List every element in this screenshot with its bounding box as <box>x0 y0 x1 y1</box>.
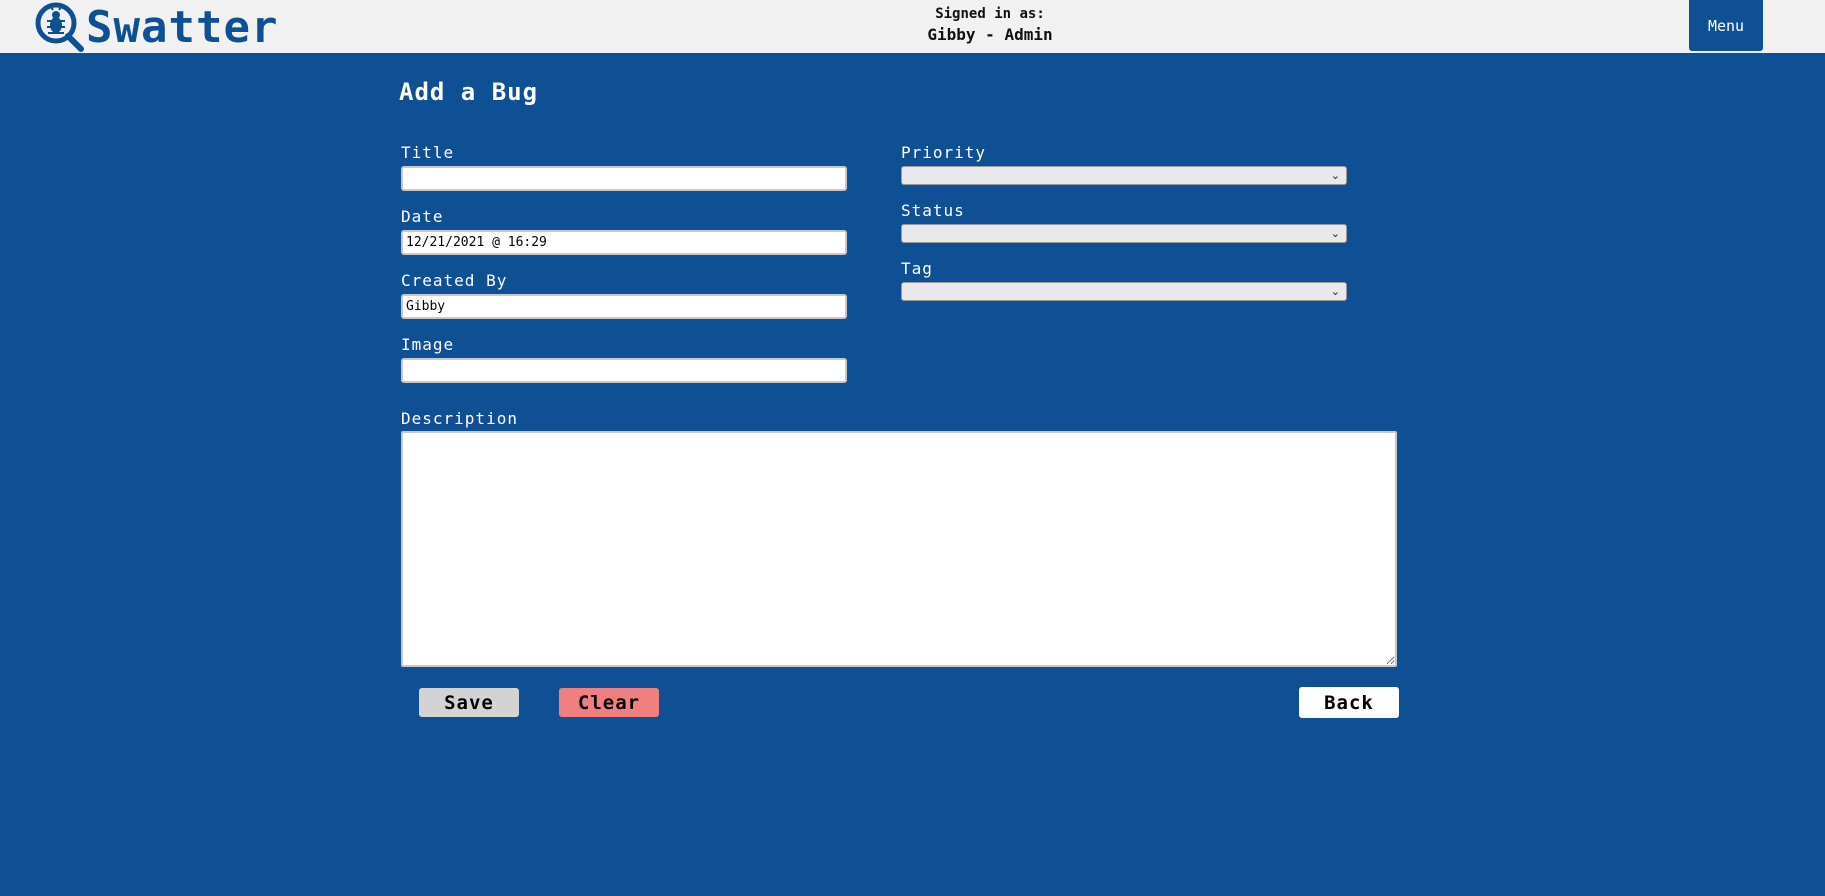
status-select[interactable]: ⌄ <box>901 224 1347 243</box>
title-label: Title <box>401 143 455 162</box>
signed-in-info: Signed in as: Gibby - Admin <box>790 4 1190 46</box>
description-label: Description <box>401 409 518 428</box>
tag-select[interactable]: ⌄ <box>901 282 1347 301</box>
date-input[interactable] <box>401 230 847 255</box>
description-textarea[interactable] <box>401 431 1397 667</box>
app-name: Swatter <box>86 2 279 53</box>
priority-select[interactable]: ⌄ <box>901 166 1347 185</box>
app-logo[interactable]: Swatter <box>34 0 278 53</box>
title-input[interactable] <box>401 166 847 191</box>
created-by-input[interactable] <box>401 294 847 319</box>
top-header: Swatter Signed in as: Gibby - Admin Menu <box>0 0 1825 53</box>
chevron-down-icon: ⌄ <box>1330 285 1340 298</box>
chevron-down-icon: ⌄ <box>1330 227 1340 240</box>
clear-button[interactable]: Clear <box>559 688 659 717</box>
created-by-label: Created By <box>401 271 508 290</box>
page-title: Add a Bug <box>399 78 539 106</box>
image-input[interactable] <box>401 358 847 383</box>
signed-in-label: Signed in as: <box>935 6 1045 22</box>
bug-magnifier-icon <box>34 1 86 53</box>
tag-label: Tag <box>901 259 933 278</box>
menu-button[interactable]: Menu <box>1689 0 1763 51</box>
image-label: Image <box>401 335 455 354</box>
chevron-down-icon: ⌄ <box>1330 169 1340 182</box>
priority-label: Priority <box>901 143 987 162</box>
signed-in-user: Gibby - Admin <box>927 25 1053 44</box>
back-button[interactable]: Back <box>1299 687 1399 718</box>
save-button[interactable]: Save <box>419 688 519 717</box>
status-label: Status <box>901 201 965 220</box>
date-label: Date <box>401 207 444 226</box>
